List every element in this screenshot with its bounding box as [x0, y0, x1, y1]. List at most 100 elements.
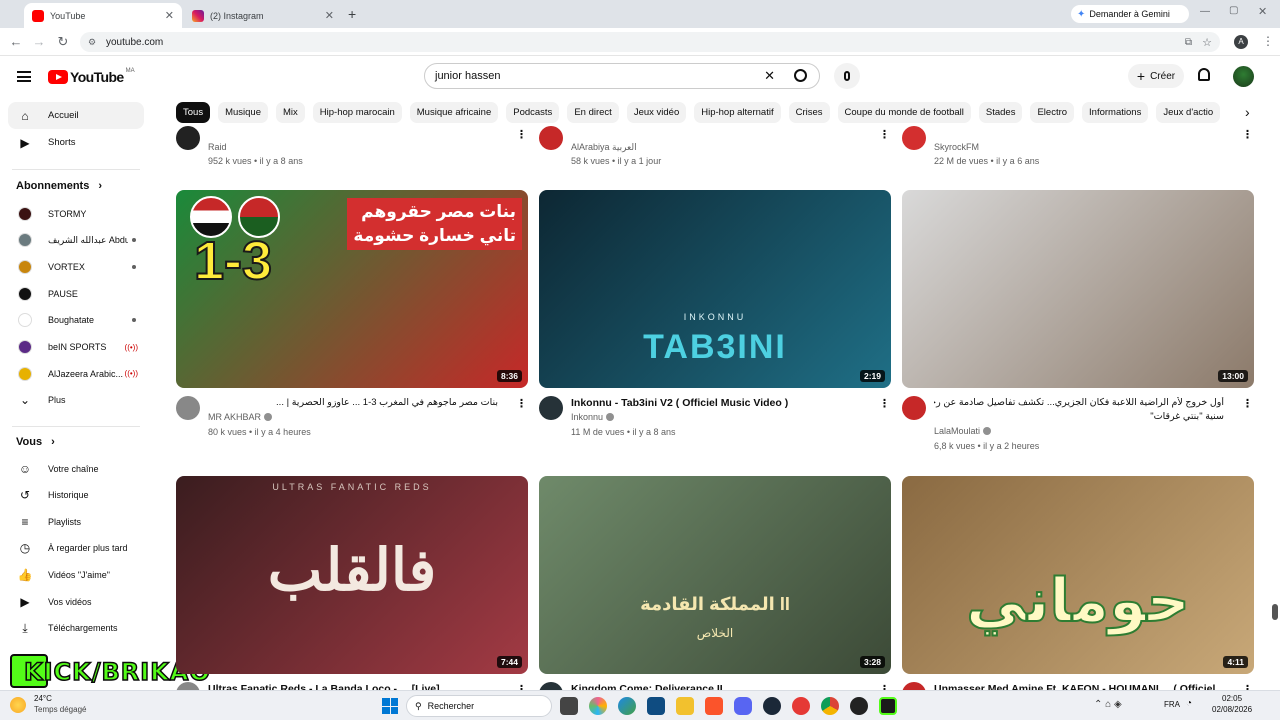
filter-chip[interactable]: Musique	[218, 102, 268, 123]
notifications-bell-icon[interactable]	[1198, 68, 1210, 81]
subscriptions-heading[interactable]: Abonnements ›	[16, 180, 102, 192]
video-thumbnail[interactable]: فالقلب ULTRAS FANATIC REDS 7:44	[176, 476, 528, 674]
sidebar-item-you[interactable]: ↺ Historique	[8, 482, 144, 509]
sidebar-subscription-item[interactable]: عبدالله الشريف Abdul...	[8, 227, 144, 254]
new-tab-button[interactable]: +	[348, 6, 356, 22]
sidebar-item-you[interactable]: ≡ Playlists	[8, 508, 144, 535]
filter-chip[interactable]: Jeux vidéo	[626, 102, 687, 123]
clock-date[interactable]: 02/08/2026	[1212, 705, 1252, 714]
weather-icon[interactable]	[10, 697, 26, 713]
filter-chip[interactable]: En direct	[567, 102, 619, 123]
reload-icon[interactable]: ↻	[55, 34, 71, 50]
sidebar-item-you[interactable]: 👍 Vidéos "J'aime"	[8, 561, 144, 588]
file-explorer-icon[interactable]	[676, 697, 694, 715]
more-actions-icon[interactable]: ⋮	[879, 397, 890, 410]
sidebar-item-you[interactable]: ◷ À regarder plus tard	[8, 535, 144, 562]
tray-icons[interactable]: ⌃ ⌂ ◈	[1094, 699, 1122, 710]
channel-avatar[interactable]	[539, 126, 563, 150]
gemini-button[interactable]: ✦ Demander à Gemini	[1071, 5, 1189, 23]
sidebar-subscription-item[interactable]: AlJazeera Arabic... ((•))	[8, 360, 144, 387]
app-icon[interactable]	[879, 697, 897, 715]
video-thumbnail[interactable]: TAB3INI INKONNU 2:19	[539, 190, 891, 388]
video-thumbnail[interactable]: 13:00	[902, 190, 1254, 388]
taskbar-search[interactable]: ⚲ Rechercher	[406, 695, 552, 717]
sidebar-item-you[interactable]: ⤓ Téléchargements	[8, 615, 144, 642]
site-info-icon[interactable]: ⚙	[88, 37, 96, 48]
sidebar-subscription-item[interactable]: PAUSE	[8, 280, 144, 307]
account-avatar[interactable]	[1233, 66, 1254, 87]
filter-chip[interactable]: Podcasts	[506, 102, 560, 123]
filter-chip[interactable]: Hip-hop marocain	[312, 102, 402, 123]
ea-icon[interactable]	[792, 697, 810, 715]
discord-icon[interactable]	[734, 697, 752, 715]
back-icon[interactable]: ←	[8, 34, 24, 49]
video-title[interactable]: بنات مصر ماجوهم في المغرب 3-1 ... عاوزو …	[208, 397, 498, 408]
channel-avatar[interactable]	[902, 396, 926, 420]
filter-chip[interactable]: Coupe du monde de football	[837, 102, 971, 123]
sidebar-item-shorts[interactable]: ▶ Shorts	[8, 129, 144, 156]
channel-name[interactable]: MR AKHBAR	[208, 412, 273, 422]
more-actions-icon[interactable]: ⋮	[516, 128, 527, 141]
scrollbar-thumb[interactable]	[1272, 604, 1278, 620]
video-title[interactable]: Inkonnu - Tab3ini V2 ( Officiel Music Vi…	[571, 397, 861, 409]
clear-search-icon[interactable]: ✕	[764, 68, 775, 84]
sidebar-subscription-item[interactable]: ⌄ Plus	[8, 387, 144, 414]
more-actions-icon[interactable]: ⋮	[879, 128, 890, 141]
menu-dots-icon[interactable]: ⋮	[1262, 34, 1274, 48]
bookmark-star-icon[interactable]: ☆	[1202, 36, 1212, 49]
menu-icon[interactable]	[17, 71, 31, 82]
channel-name[interactable]: Raid	[208, 142, 227, 152]
channel-avatar[interactable]	[176, 396, 200, 420]
chrome-icon[interactable]	[821, 697, 839, 715]
filter-chip[interactable]: Crises	[788, 102, 830, 123]
filter-chip[interactable]: Informations	[1082, 102, 1149, 123]
store-icon[interactable]	[647, 697, 665, 715]
language-indicator[interactable]: FRA	[1164, 700, 1180, 709]
maximize-icon[interactable]: ▢	[1229, 5, 1238, 16]
install-icon[interactable]: ⧉	[1185, 37, 1192, 48]
sidebar-item-home[interactable]: ⌂ Accueil	[8, 102, 144, 129]
sidebar-item-you[interactable]: ▶ Vos vidéos	[8, 588, 144, 615]
video-thumbnail[interactable]: المملكة القادمة II الخلاص 3:28	[539, 476, 891, 674]
filter-chip[interactable]: Hip-hop alternatif	[694, 102, 781, 123]
sidebar-subscription-item[interactable]: VORTEX	[8, 253, 144, 280]
more-actions-icon[interactable]: ⋮	[516, 397, 527, 410]
channel-avatar[interactable]	[176, 126, 200, 150]
video-thumbnail[interactable]: حوماني 4:11	[902, 476, 1254, 674]
channel-avatar[interactable]	[539, 396, 563, 420]
more-actions-icon[interactable]: ⋮	[1242, 128, 1253, 141]
more-actions-icon[interactable]: ⋮	[1242, 397, 1253, 410]
sidebar-subscription-item[interactable]: Boughatate	[8, 307, 144, 334]
forward-icon[interactable]: →	[31, 34, 47, 49]
search-icon[interactable]	[794, 69, 807, 82]
filter-chip[interactable]: Electro	[1030, 102, 1075, 123]
video-thumbnail[interactable]: 1-3 بنات مصر حقروهم تاني خسارة حشومة 8:36	[176, 190, 528, 388]
sidebar-subscription-item[interactable]: beIN SPORTS ((•))	[8, 334, 144, 361]
copilot-icon[interactable]	[589, 697, 607, 715]
chips-next-arrow-icon[interactable]: ›	[1245, 104, 1250, 120]
channel-name[interactable]: LalaMoulati	[934, 426, 992, 436]
steam-icon[interactable]	[763, 697, 781, 715]
tab-youtube[interactable]: YouTube ✕	[24, 3, 182, 28]
close-icon[interactable]: ✕	[325, 9, 334, 22]
channel-avatar[interactable]	[902, 126, 926, 150]
task-view-icon[interactable]	[560, 697, 578, 715]
minimize-icon[interactable]: —	[1200, 6, 1210, 17]
filter-chip[interactable]: Stades	[978, 102, 1023, 123]
url-field[interactable]: ⚙ youtube.com ⧉ ☆	[80, 32, 1220, 52]
window-close-icon[interactable]: ✕	[1258, 5, 1267, 18]
brave-icon[interactable]	[705, 697, 723, 715]
filter-chip[interactable]: Jeux d'actio	[1156, 102, 1221, 123]
voice-search-button[interactable]	[834, 63, 860, 89]
video-title[interactable]: أول خروج لأم الراضية اللاعبة فكان الجزير…	[934, 397, 1224, 408]
video-title-line2[interactable]: سنية "بنتي غرقات"	[934, 411, 1224, 422]
edge-icon[interactable]	[618, 697, 636, 715]
channel-name[interactable]: SkyrockFM	[934, 142, 979, 152]
sidebar-subscription-item[interactable]: STORMY	[8, 200, 144, 227]
network-icon[interactable]: ◔	[1186, 698, 1192, 709]
you-heading[interactable]: Vous ›	[16, 436, 55, 448]
channel-name[interactable]: Inkonnu	[571, 412, 615, 422]
search-input[interactable]: junior hassen ✕	[424, 63, 820, 89]
channel-name[interactable]: AlArabiya العربية	[571, 142, 637, 153]
youtube-logo[interactable]: YouTube MA	[48, 68, 135, 85]
